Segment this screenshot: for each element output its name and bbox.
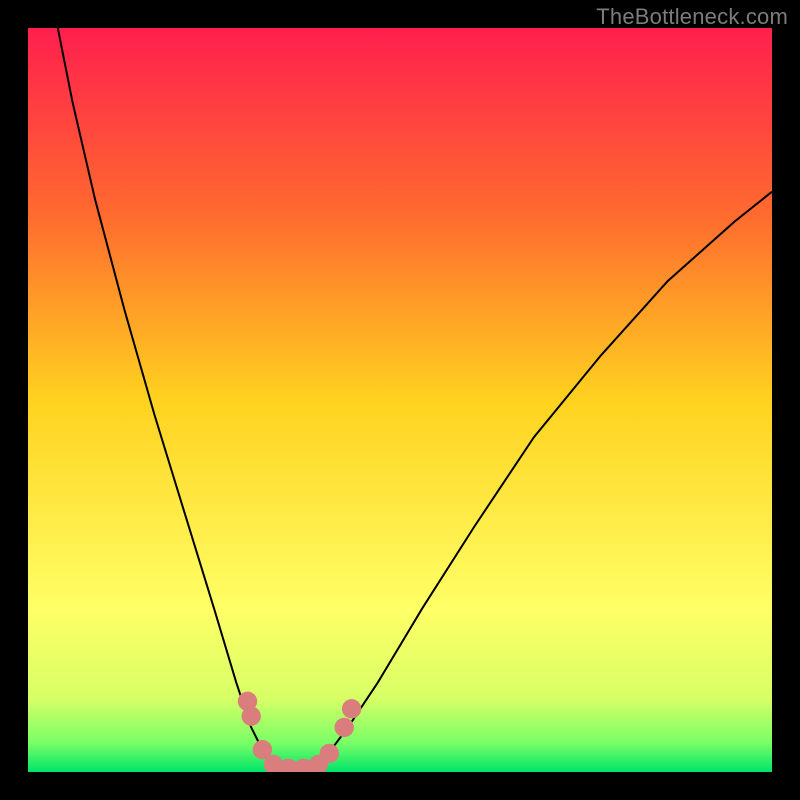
watermark-text: TheBottleneck.com xyxy=(596,4,788,30)
data-marker xyxy=(320,744,339,763)
data-marker xyxy=(335,718,354,737)
gradient-background xyxy=(28,28,772,772)
plot-area xyxy=(28,28,772,772)
data-marker xyxy=(342,699,361,718)
outer-frame: TheBottleneck.com xyxy=(0,0,800,800)
chart-svg xyxy=(28,28,772,772)
data-marker xyxy=(242,707,261,726)
